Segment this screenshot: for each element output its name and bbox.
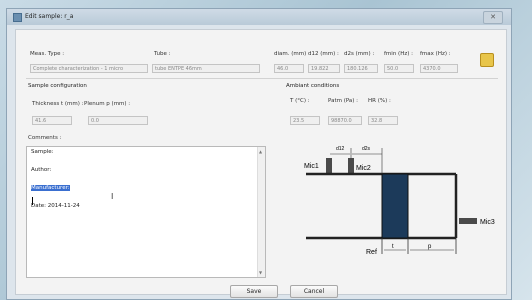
mic3-icon bbox=[459, 218, 477, 224]
window-title: Edit sample: r_a bbox=[25, 13, 74, 20]
ibeam-cursor-icon: I bbox=[111, 192, 114, 201]
t-dim-label: t bbox=[392, 244, 394, 250]
fmax-label: fmax (Hz) : bbox=[420, 51, 451, 57]
ref-label: Ref bbox=[366, 249, 377, 256]
tube-label: Tube : bbox=[154, 51, 171, 57]
p-dim-label: p bbox=[428, 244, 432, 250]
close-icon: ✕ bbox=[490, 13, 496, 21]
cancel-button[interactable]: Cancel bbox=[290, 285, 338, 298]
d2s-label: d2s (mm) : bbox=[344, 51, 375, 57]
d12-dim-label: d12 bbox=[336, 146, 345, 152]
fmax-field[interactable]: 4370.0 bbox=[420, 64, 458, 73]
diam-field[interactable]: 46.0 bbox=[274, 64, 304, 73]
temp-field[interactable]: 23.5 bbox=[290, 116, 320, 125]
mic1-icon bbox=[326, 158, 332, 174]
title-bar: Edit sample: r_a ✕ bbox=[7, 9, 511, 25]
selected-text: Manufacturer: bbox=[31, 185, 70, 191]
comment-line: Author: bbox=[31, 167, 52, 173]
sample-config-title: Sample configuration bbox=[28, 83, 87, 89]
fmin-field[interactable]: 50.0 bbox=[384, 64, 414, 73]
lock-icon[interactable] bbox=[480, 53, 494, 67]
comment-line: Sample: bbox=[31, 149, 54, 155]
mic3-label: Mic3 bbox=[480, 219, 495, 226]
scroll-up-icon[interactable]: ▲ bbox=[259, 149, 262, 154]
patm-field[interactable]: 98870.0 bbox=[328, 116, 362, 125]
edit-sample-window: Edit sample: r_a ✕ Meas. Type : Tube : d… bbox=[6, 8, 512, 300]
sample-block bbox=[381, 173, 409, 239]
mic2-icon bbox=[348, 158, 354, 174]
d12-field[interactable]: 19.822 bbox=[308, 64, 340, 73]
save-button[interactable]: Save bbox=[230, 285, 278, 298]
comment-line: Date: 2014-11-24 bbox=[31, 203, 80, 209]
temp-label: T (°C) : bbox=[290, 98, 310, 104]
d2s-dim-label: d2s bbox=[362, 146, 371, 152]
scroll-down-icon[interactable]: ▼ bbox=[259, 270, 262, 275]
d12-label: d12 (mm) : bbox=[308, 51, 339, 57]
tube-field[interactable]: tube ENTPE 46mm bbox=[152, 64, 260, 73]
plenum-field[interactable]: 0.0 bbox=[88, 116, 148, 125]
dialog-content: Meas. Type : Tube : diam. (mm) d12 (mm) … bbox=[15, 29, 507, 298]
fmin-label: fmin (Hz) : bbox=[384, 51, 413, 57]
comments-textarea[interactable]: Sample: Author: Manufacturer: I Date: 20… bbox=[26, 146, 266, 278]
divider bbox=[26, 78, 498, 79]
plenum-label: Plenum p (mm) : bbox=[84, 101, 131, 107]
diam-label: diam. (mm) bbox=[274, 51, 307, 57]
tube-diagram: Mic1 Mic2 Mic3 Ref d12 d2s t p bbox=[304, 146, 495, 256]
vertical-scrollbar[interactable]: ▲ ▼ bbox=[257, 147, 265, 277]
hr-label: HR (%) : bbox=[368, 98, 391, 104]
d2s-field[interactable]: 180.126 bbox=[344, 64, 378, 73]
comments-label: Comments : bbox=[28, 135, 62, 141]
patm-label: Patm (Pa) : bbox=[328, 98, 359, 104]
mic1-label: Mic1 bbox=[304, 163, 319, 170]
close-button[interactable]: ✕ bbox=[483, 11, 503, 24]
meas-type-field[interactable]: Complete characterization - 1 micro bbox=[30, 64, 148, 73]
thickness-field[interactable]: 41.6 bbox=[32, 116, 72, 125]
thickness-label: Thickness t (mm) : bbox=[32, 101, 84, 107]
meas-type-label: Meas. Type : bbox=[30, 51, 65, 57]
hr-field[interactable]: 32.8 bbox=[368, 116, 398, 125]
ambient-title: Ambiant conditions bbox=[286, 83, 340, 89]
window-icon bbox=[13, 13, 22, 22]
mic2-label: Mic2 bbox=[356, 165, 371, 172]
